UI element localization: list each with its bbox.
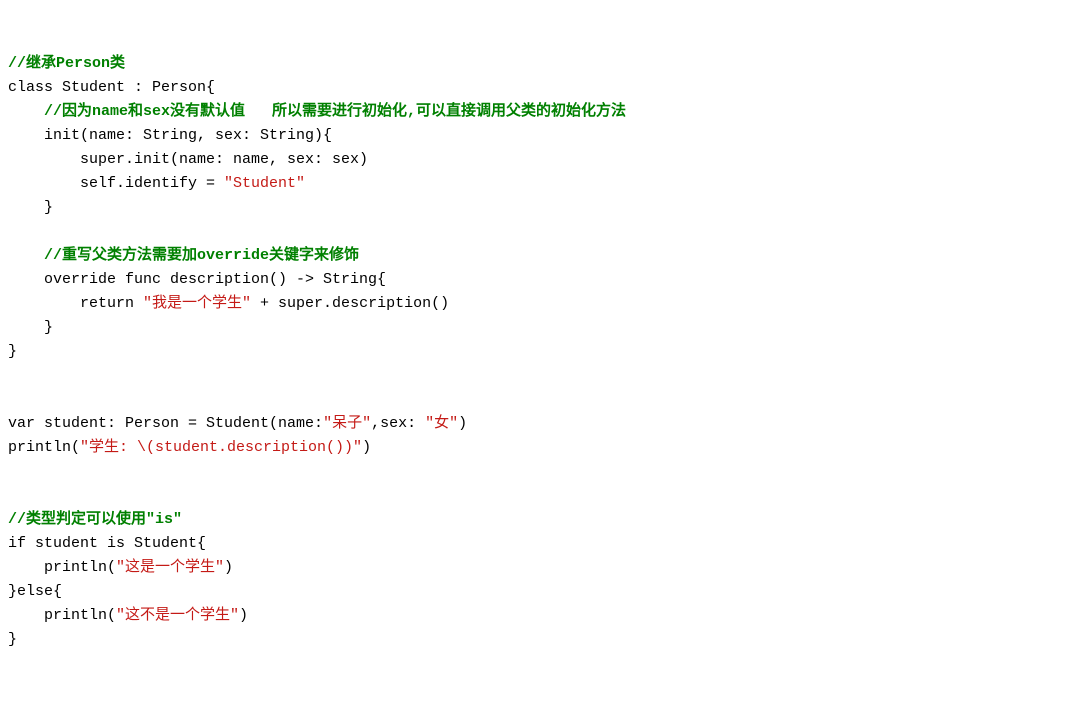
closing-brace: } (8, 631, 17, 648)
comment-line: //因为name和sex没有默认值 所以需要进行初始化,可以直接调用父类的初始化… (8, 103, 626, 120)
var-declaration-prefix: var student: Person = Student(name: (8, 415, 323, 432)
var-declaration-suffix: ) (458, 415, 467, 432)
string-literal: "Student" (224, 175, 305, 192)
closing-brace: } (8, 343, 17, 360)
comment-line: //类型判定可以使用"is" (8, 511, 182, 528)
println-suffix: ) (224, 559, 233, 576)
code-block: //继承Person类 class Student : Person{ //因为… (8, 52, 1069, 652)
string-literal: "这不是一个学生" (116, 607, 239, 624)
string-literal: "呆子" (323, 415, 371, 432)
string-literal: "学生: \(student.description())" (80, 439, 362, 456)
super-call: super.init(name: name, sex: sex) (8, 151, 368, 168)
string-literal: "这是一个学生" (116, 559, 224, 576)
string-literal: "我是一个学生" (143, 295, 251, 312)
closing-brace: } (8, 199, 53, 216)
closing-brace: } (8, 319, 53, 336)
assignment-prefix: self.identify = (8, 175, 224, 192)
init-declaration: init(name: String, sex: String){ (8, 127, 332, 144)
println-prefix: println( (8, 607, 116, 624)
override-declaration: override func description() -> String{ (8, 271, 386, 288)
println-suffix: ) (239, 607, 248, 624)
comment-line: //继承Person类 (8, 55, 125, 72)
else-statement: }else{ (8, 583, 62, 600)
arg-separator: ,sex: (371, 415, 425, 432)
comment-line: //重写父类方法需要加override关键字来修饰 (8, 247, 359, 264)
println-prefix: println( (8, 439, 80, 456)
string-literal: "女" (425, 415, 458, 432)
println-suffix: ) (362, 439, 371, 456)
return-prefix: return (8, 295, 143, 312)
class-declaration: class Student : Person{ (8, 79, 215, 96)
if-statement: if student is Student{ (8, 535, 206, 552)
return-suffix: + super.description() (251, 295, 449, 312)
println-prefix: println( (8, 559, 116, 576)
